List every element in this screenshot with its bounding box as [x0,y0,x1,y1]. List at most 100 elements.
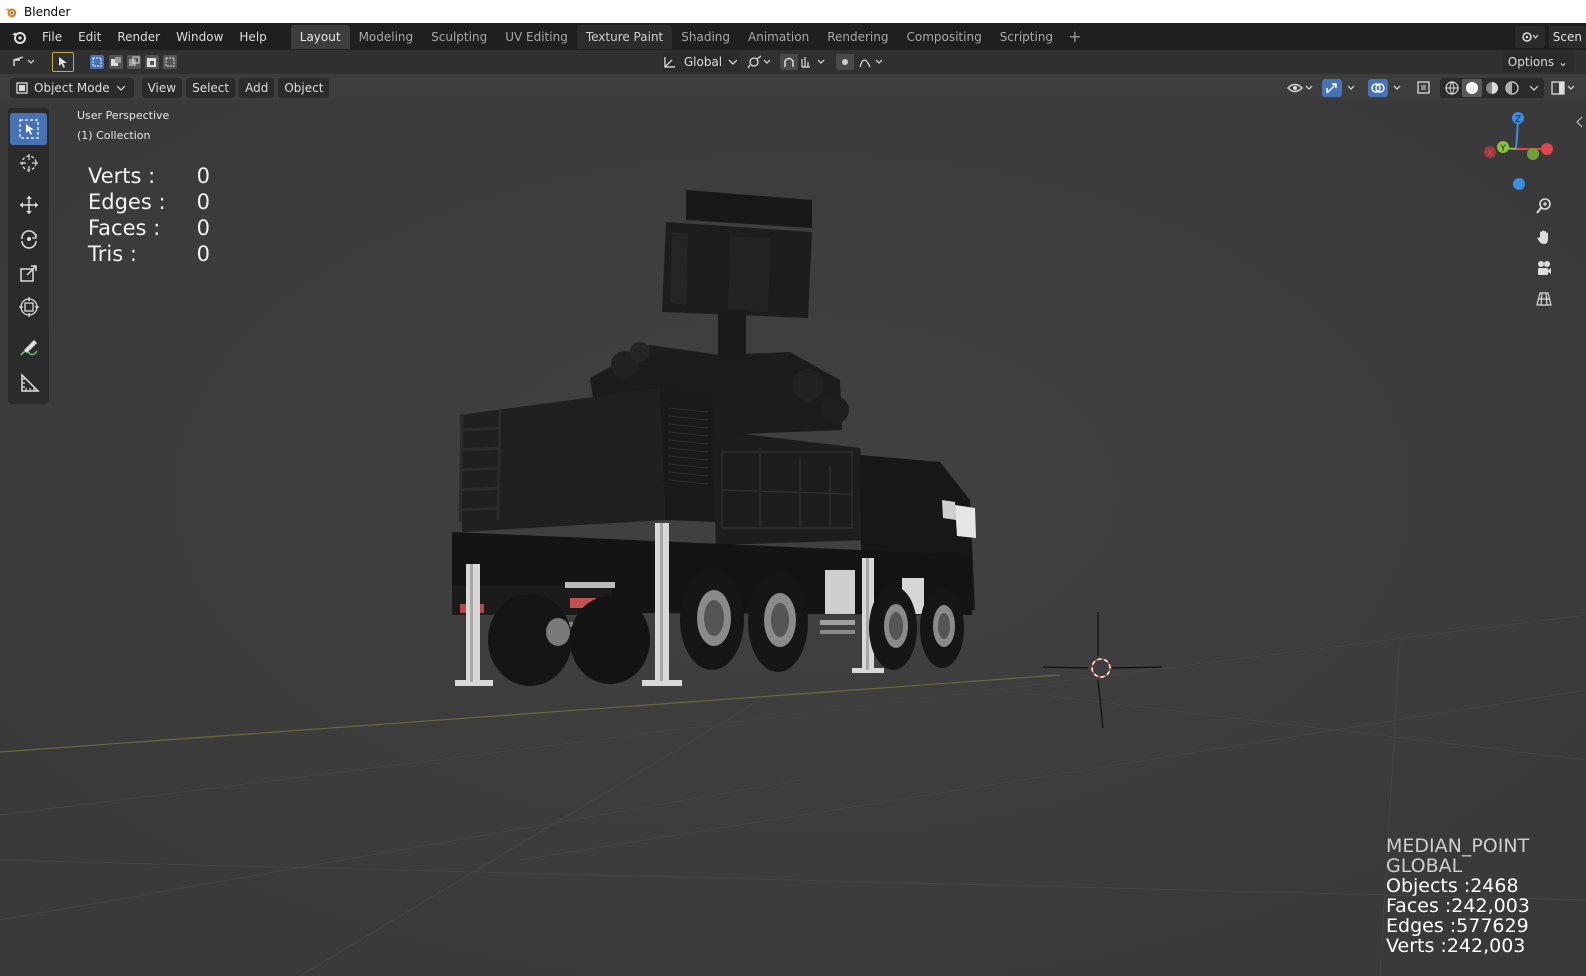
rotate-icon [20,230,37,249]
stat-row-edges: Edges : 0 [88,189,210,215]
objects-count: Objects :2468 [1386,875,1519,897]
transform-icon [18,297,39,317]
chevron-down-icon [116,85,126,91]
tab-modeling[interactable]: Modeling [350,25,423,49]
stat-value: 0 [196,164,210,188]
tab-scripting[interactable]: Scripting [991,25,1062,49]
blender-menu-icon[interactable] [8,26,30,48]
pan-hand-icon[interactable] [1530,223,1558,251]
gizmo-y-label: Y [1499,144,1506,154]
chevron-down-icon [728,59,738,65]
viewport-collection-label: (1) Collection [77,129,151,142]
annotate-pencil-icon [19,340,38,356]
overlays-toggle[interactable] [1368,78,1408,98]
tab-layout[interactable]: Layout [290,24,350,49]
scale-icon [19,265,37,282]
os-titlebar: Blender [0,0,1586,23]
select-box-icon [18,119,39,139]
menu-help[interactable]: Help [231,26,274,48]
viewport-header: Object Mode View Select Add Object [0,76,1586,100]
topbar: File Edit Render Window Help Layout Mode… [0,23,1586,50]
xray-toggle[interactable] [1414,78,1434,98]
tab-compositing[interactable]: Compositing [897,25,990,49]
select-box-tool[interactable] [10,113,47,145]
pivot-point-label: MEDIAN_POINT [1386,835,1530,857]
proportional-editing-controls[interactable] [836,52,888,72]
annotate-tool[interactable] [10,333,47,365]
viewport-menu-select[interactable]: Select [186,78,236,98]
stat-value: 0 [196,190,210,214]
selection-mode-buttons[interactable] [88,52,180,72]
pivot-point-dropdown[interactable] [746,52,774,72]
shading-mode-buttons[interactable] [1440,78,1544,98]
zoom-icon[interactable] [1530,192,1558,220]
options-label: Options [1507,55,1555,69]
menu-render[interactable]: Render [109,26,168,48]
window-title: Blender [24,4,71,19]
viewport-scene[interactable]: Z Y X [0,100,1586,976]
move-tool[interactable] [10,189,47,221]
viewport-menu-add[interactable]: Add [239,78,275,98]
stat-row-faces: Faces : 0 [88,215,210,241]
scale-tool[interactable] [10,257,47,289]
transform-tool[interactable] [10,291,47,323]
object-mode-dropdown[interactable]: Object Mode [10,78,134,98]
tool-shelf [8,108,49,404]
perspective-toggle-icon[interactable] [1530,285,1558,313]
sidebar-toggle[interactable] [1550,78,1578,98]
tab-shading[interactable]: Shading [672,25,739,49]
stat-value: 0 [196,216,210,240]
viewport-menu-view[interactable]: View [141,78,183,98]
menu-window[interactable]: Window [168,26,231,48]
scene-type-dropdown[interactable] [1514,25,1545,48]
orientation-label: GLOBAL [1386,855,1463,877]
tab-sculpting[interactable]: Sculpting [422,25,496,49]
stat-row-verts: Verts : 0 [88,163,210,189]
measure-tool[interactable] [10,367,47,399]
viewport-menu-object[interactable]: Object [278,78,330,98]
gizmo-toggle[interactable] [1322,78,1362,98]
snapping-controls[interactable] [780,52,830,72]
tab-animation[interactable]: Animation [739,25,818,49]
verts-count: Verts :242,003 [1386,935,1526,957]
cursor-icon [19,154,38,172]
visibility-dropdown[interactable] [1286,78,1316,98]
3d-viewport[interactable]: Z Y X [0,100,1586,976]
scene-statistics: MEDIAN_POINT GLOBAL Objects :2468 Faces … [1386,836,1530,956]
stat-label: Edges : [88,190,166,214]
options-dropdown[interactable]: Options ⌄ [1501,52,1574,72]
cursor-tool[interactable] [10,147,47,179]
statistics-overlay: Verts : 0 Edges : 0 Faces : 0 Tris : 0 [88,163,210,267]
tab-texture-paint[interactable]: Texture Paint [576,24,673,49]
chevron-down-icon [1529,85,1539,91]
add-workspace-icon[interactable]: + [1062,27,1087,46]
measure-ruler-icon [20,373,40,392]
mode-label: Object Mode [34,81,110,95]
blender-logo-icon [4,8,17,17]
stat-value: 0 [196,242,210,266]
stat-label: Tris : [88,242,137,266]
transform-orientation-dropdown[interactable]: Global [662,52,740,72]
tab-rendering[interactable]: Rendering [818,25,897,49]
orientation-label: Global [683,55,723,69]
tab-uv-editing[interactable]: UV Editing [496,25,577,49]
scene-name[interactable]: Scen [1548,25,1586,48]
gizmo-z-label: Z [1515,115,1521,125]
viewport-display-controls [1286,78,1578,98]
edges-count: Edges :577629 [1386,915,1529,937]
select-box-tool-icon[interactable] [52,52,74,72]
camera-view-icon[interactable] [1530,254,1558,282]
navigation-buttons [1530,192,1558,316]
orientation-icon [664,57,675,68]
chevron-down-icon: ⌄ [1557,55,1568,69]
menu-edit[interactable]: Edit [70,26,109,48]
rotate-tool[interactable] [10,223,47,255]
stat-label: Faces : [88,216,161,240]
faces-count: Faces :242,003 [1386,895,1530,917]
menu-file[interactable]: File [34,26,70,48]
tool-header: Global Options ⌄ [0,50,1586,74]
move-icon [19,196,38,214]
editor-type-dropdown[interactable] [10,52,40,72]
stat-row-tris: Tris : 0 [88,241,210,267]
workspace-tabs: Layout Modeling Sculpting UV Editing Tex… [290,23,1088,50]
